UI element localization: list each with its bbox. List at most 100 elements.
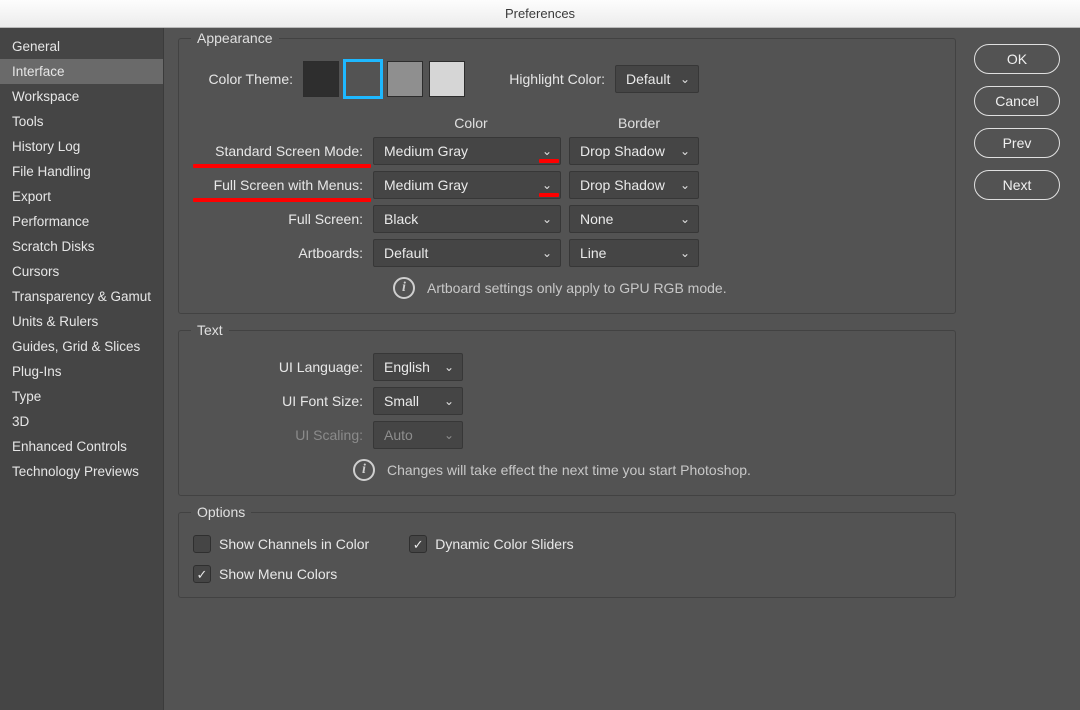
sidebar-item-interface[interactable]: Interface bbox=[0, 59, 163, 84]
show-menu-colors-checkbox[interactable] bbox=[193, 565, 211, 583]
sidebar-item-guides-grid-slices[interactable]: Guides, Grid & Slices bbox=[0, 334, 163, 359]
show-menu-colors-checkbox-row[interactable]: Show Menu Colors bbox=[193, 565, 941, 583]
col-header-border: Border bbox=[569, 115, 709, 131]
show-channels-label: Show Channels in Color bbox=[219, 536, 369, 552]
cancel-button[interactable]: Cancel bbox=[974, 86, 1060, 116]
color-theme-swatches bbox=[303, 61, 465, 97]
highlight-color-value: Default bbox=[626, 71, 670, 87]
sidebar-item-export[interactable]: Export bbox=[0, 184, 163, 209]
ok-button[interactable]: OK bbox=[974, 44, 1060, 74]
ui-scaling-label: UI Scaling: bbox=[193, 427, 373, 443]
dropdown-value: Medium Gray bbox=[384, 143, 468, 159]
color-theme-swatch-0[interactable] bbox=[303, 61, 339, 97]
screen-mode-row: Full Screen: Black ⌄ None⌄ bbox=[193, 205, 941, 233]
main-area: Appearance Color Theme: Highlight Color:… bbox=[164, 28, 1080, 710]
sidebar-item-tools[interactable]: Tools bbox=[0, 109, 163, 134]
dropdown-value: Default bbox=[384, 245, 428, 261]
group-legend-text: Text bbox=[191, 322, 229, 338]
group-text: Text UI Language: English ⌄ UI Font Size… bbox=[178, 330, 956, 496]
appearance-info-text: Artboard settings only apply to GPU RGB … bbox=[427, 280, 727, 296]
color-theme-label: Color Theme: bbox=[193, 71, 303, 87]
screen-mode-row: Full Screen with Menus:Medium Gray⌄Drop … bbox=[193, 171, 941, 199]
ui-language-value: English bbox=[384, 359, 430, 375]
screen-mode-border-dropdown[interactable]: Line⌄ bbox=[569, 239, 699, 267]
sidebar-item-general[interactable]: General bbox=[0, 34, 163, 59]
color-theme-swatch-1[interactable] bbox=[345, 61, 381, 97]
sidebar: GeneralInterfaceWorkspaceToolsHistory Lo… bbox=[0, 28, 164, 710]
screen-mode-color-dropdown[interactable]: Default ⌄ bbox=[373, 239, 561, 267]
sidebar-item-3d[interactable]: 3D bbox=[0, 409, 163, 434]
screen-mode-label: Full Screen: bbox=[193, 211, 373, 227]
chevron-down-icon: ⌄ bbox=[680, 178, 690, 192]
show-channels-checkbox-row[interactable]: Show Channels in Color bbox=[193, 535, 369, 553]
ui-font-size-label: UI Font Size: bbox=[193, 393, 373, 409]
dropdown-value: Drop Shadow bbox=[580, 143, 665, 159]
chevron-down-icon: ⌄ bbox=[444, 428, 454, 442]
next-button-label: Next bbox=[1003, 177, 1032, 193]
column-headers: Color Border bbox=[373, 115, 941, 131]
ui-font-size-dropdown[interactable]: Small ⌄ bbox=[373, 387, 463, 415]
screen-mode-color-dropdown[interactable]: Medium Gray⌄ bbox=[373, 171, 561, 199]
ui-language-label: UI Language: bbox=[193, 359, 373, 375]
chevron-down-icon: ⌄ bbox=[542, 246, 552, 260]
screen-mode-border-dropdown[interactable]: Drop Shadow ⌄ bbox=[569, 137, 699, 165]
annotation-underline bbox=[539, 193, 559, 197]
group-appearance: Appearance Color Theme: Highlight Color:… bbox=[178, 38, 956, 314]
chevron-down-icon: ⌄ bbox=[680, 144, 690, 158]
sidebar-item-enhanced-controls[interactable]: Enhanced Controls bbox=[0, 434, 163, 459]
sidebar-item-technology-previews[interactable]: Technology Previews bbox=[0, 459, 163, 484]
chevron-down-icon: ⌄ bbox=[542, 178, 552, 192]
screen-mode-border-dropdown[interactable]: Drop Shadow⌄ bbox=[569, 171, 699, 199]
sidebar-item-type[interactable]: Type bbox=[0, 384, 163, 409]
dynamic-sliders-label: Dynamic Color Sliders bbox=[435, 536, 573, 552]
col-header-color: Color bbox=[373, 115, 569, 131]
text-info-text: Changes will take effect the next time y… bbox=[387, 462, 751, 478]
ok-button-label: OK bbox=[1007, 51, 1027, 67]
screen-mode-color-dropdown[interactable]: Black ⌄ bbox=[373, 205, 561, 233]
dynamic-sliders-checkbox-row[interactable]: Dynamic Color Sliders bbox=[409, 535, 573, 553]
sidebar-item-transparency-gamut[interactable]: Transparency & Gamut bbox=[0, 284, 163, 309]
chevron-down-icon: ⌄ bbox=[680, 246, 690, 260]
sidebar-item-workspace[interactable]: Workspace bbox=[0, 84, 163, 109]
window-title: Preferences bbox=[505, 6, 575, 21]
next-button[interactable]: Next bbox=[974, 170, 1060, 200]
ui-scaling-value: Auto bbox=[384, 427, 413, 443]
chevron-down-icon: ⌄ bbox=[444, 394, 454, 408]
screen-mode-color-dropdown[interactable]: Medium Gray ⌄ bbox=[373, 137, 561, 165]
sidebar-item-units-rulers[interactable]: Units & Rulers bbox=[0, 309, 163, 334]
highlight-color-dropdown[interactable]: Default ⌄ bbox=[615, 65, 699, 93]
sidebar-item-plug-ins[interactable]: Plug-Ins bbox=[0, 359, 163, 384]
panels: Appearance Color Theme: Highlight Color:… bbox=[178, 38, 956, 700]
sidebar-item-file-handling[interactable]: File Handling bbox=[0, 159, 163, 184]
ui-scaling-dropdown: Auto ⌄ bbox=[373, 421, 463, 449]
window-body: GeneralInterfaceWorkspaceToolsHistory Lo… bbox=[0, 28, 1080, 710]
sidebar-item-cursors[interactable]: Cursors bbox=[0, 259, 163, 284]
sidebar-item-history-log[interactable]: History Log bbox=[0, 134, 163, 159]
screen-mode-border-dropdown[interactable]: None⌄ bbox=[569, 205, 699, 233]
screen-mode-row: Standard Screen Mode:Medium Gray⌄Drop Sh… bbox=[193, 137, 941, 165]
group-legend-options: Options bbox=[191, 504, 251, 520]
dropdown-value: Black bbox=[384, 211, 418, 227]
show-channels-checkbox[interactable] bbox=[193, 535, 211, 553]
chevron-down-icon: ⌄ bbox=[542, 212, 552, 226]
color-theme-swatch-3[interactable] bbox=[429, 61, 465, 97]
annotation-underline bbox=[539, 159, 559, 163]
buttons-column: OK Cancel Prev Next bbox=[970, 38, 1066, 700]
prev-button[interactable]: Prev bbox=[974, 128, 1060, 158]
dynamic-sliders-checkbox[interactable] bbox=[409, 535, 427, 553]
color-theme-swatch-2[interactable] bbox=[387, 61, 423, 97]
chevron-down-icon: ⌄ bbox=[542, 144, 552, 158]
annotation-underline bbox=[193, 164, 371, 168]
sidebar-item-scratch-disks[interactable]: Scratch Disks bbox=[0, 234, 163, 259]
dropdown-value: None bbox=[580, 211, 613, 227]
annotation-underline bbox=[193, 198, 371, 202]
screen-mode-row: Artboards:Default⌄Line⌄ bbox=[193, 239, 941, 267]
sidebar-item-performance[interactable]: Performance bbox=[0, 209, 163, 234]
cancel-button-label: Cancel bbox=[995, 93, 1039, 109]
highlight-color-label: Highlight Color: bbox=[465, 71, 615, 87]
info-icon: i bbox=[393, 277, 415, 299]
screen-mode-label: Standard Screen Mode: bbox=[193, 143, 373, 159]
chevron-down-icon: ⌄ bbox=[680, 72, 690, 86]
ui-language-dropdown[interactable]: English ⌄ bbox=[373, 353, 463, 381]
window-titlebar: Preferences bbox=[0, 0, 1080, 28]
